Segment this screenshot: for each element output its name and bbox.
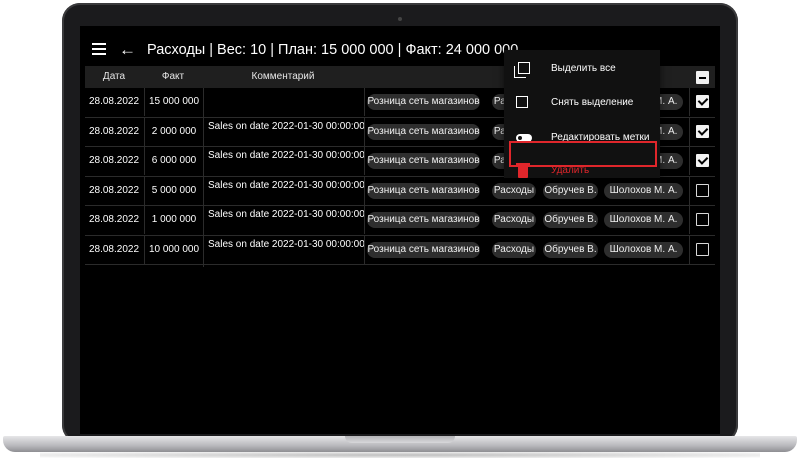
cell-fact: 10 000 000 (144, 235, 203, 264)
menu-item-label: Снять выделение (551, 97, 634, 108)
cell-fact: 1 000 000 (144, 206, 203, 234)
tag-chip[interactable]: Расходы (492, 182, 536, 199)
tag-chip[interactable]: Обручев В. (543, 212, 598, 228)
cell-checkbox (689, 117, 716, 146)
tag-chip[interactable]: Розница сеть магазинов (367, 153, 480, 169)
tag-chip[interactable]: Шолохов М. А. (604, 212, 683, 228)
row-checkbox[interactable] (696, 242, 709, 256)
menu-item-label: Выделить все (551, 63, 616, 74)
menu-item-select-all[interactable]: Выделить все (504, 56, 660, 82)
cell-fact: 6 000 000 (144, 147, 203, 175)
row-checkbox[interactable] (696, 183, 709, 197)
laptop-notch (345, 436, 455, 443)
camera (398, 17, 402, 21)
tag-chip[interactable]: Розница сеть магазинов (367, 241, 480, 258)
cell-fact: 15 000 000 (144, 88, 203, 116)
tag-chip[interactable]: Расходы (492, 212, 536, 228)
table-row[interactable]: 28.08.2022 1 000 000 Sales on date 2022-01… (85, 206, 716, 237)
cell-date: 28.08.2022 (88, 155, 140, 166)
cell-checkbox (689, 88, 716, 116)
cell-date: 28.08.2022 (88, 125, 140, 137)
tag-chip[interactable]: Обручев В. (543, 241, 598, 258)
cell-comment (203, 88, 368, 119)
back-arrow-icon[interactable]: ← (119, 40, 136, 60)
hamburger-menu-icon[interactable] (92, 43, 106, 55)
cell-checkbox (689, 235, 716, 264)
screen: ← Расходы | Вес: 10 | План: 15 000 000 |… (80, 26, 720, 434)
header-date[interactable]: Дата (85, 66, 143, 88)
context-menu: Выделить все Снять выделение Редактирова… (504, 50, 660, 178)
tag-chip[interactable]: Розница сеть магазинов (367, 212, 480, 228)
row-checkbox[interactable] (696, 124, 709, 138)
cell-comment: Sales on date 2022-01-30 00:00:00 (203, 117, 368, 149)
header-fact[interactable]: Факт (144, 66, 202, 88)
cell-tags: Розница сеть магазинов Расходы Обручев В. Ш… (364, 206, 689, 234)
trash-icon (516, 163, 530, 178)
select-all-checkbox[interactable] (696, 71, 709, 84)
row-checkbox[interactable] (696, 95, 709, 108)
tag-chip[interactable]: Розница сеть магазинов (367, 182, 480, 199)
row-checkbox[interactable] (696, 154, 709, 167)
cell-checkbox (689, 206, 716, 234)
cell-comment: Sales on date 2022-01-30 00:00:00 (203, 206, 368, 237)
cell-date: 28.08.2022 (88, 214, 140, 225)
tag-chip[interactable]: Расходы (492, 241, 536, 258)
table-row[interactable]: 28.08.2022 10 000 000 Sales on date 2022-0… (85, 235, 716, 267)
cell-fact: 2 000 000 (144, 117, 203, 146)
page-title: Расходы | Вес: 10 | План: 15 000 000 | Ф… (147, 42, 519, 58)
tag-chip[interactable]: Обручев В. (543, 182, 598, 199)
tag-chip[interactable]: Розница сеть магазинов (367, 123, 480, 140)
cell-fact: 5 000 000 (144, 176, 203, 205)
checkbox-outline-icon (516, 96, 528, 108)
menu-item-deselect[interactable]: Снять выделение (504, 90, 660, 116)
cell-date: 28.08.2022 (88, 184, 140, 196)
cell-date: 28.08.2022 (88, 96, 140, 107)
cell-tags: Розница сеть магазинов Расходы Обручев В. Ш… (364, 235, 689, 264)
menu-item-label: Удалить (551, 165, 590, 176)
cell-comment: Sales on date 2022-01-30 00:00:00 (203, 176, 368, 208)
cell-checkbox (689, 176, 716, 205)
tag-chip[interactable]: Розница сеть магазинов (367, 94, 480, 110)
menu-item-delete[interactable]: Удалить (504, 158, 660, 184)
cell-date: 28.08.2022 (88, 243, 140, 255)
cell-checkbox (689, 147, 716, 175)
header-comment[interactable]: Комментарий (203, 66, 363, 88)
cell-comment: Sales on date 2022-01-30 00:00:00 (203, 147, 368, 178)
row-checkbox[interactable] (696, 213, 709, 226)
tag-chip[interactable]: Шолохов М. А. (604, 182, 683, 199)
cell-comment: Sales on date 2022-01-30 00:00:00 (203, 235, 368, 267)
laptop-shadow (40, 452, 760, 458)
tag-chip[interactable]: Шолохов М. А. (604, 241, 683, 258)
